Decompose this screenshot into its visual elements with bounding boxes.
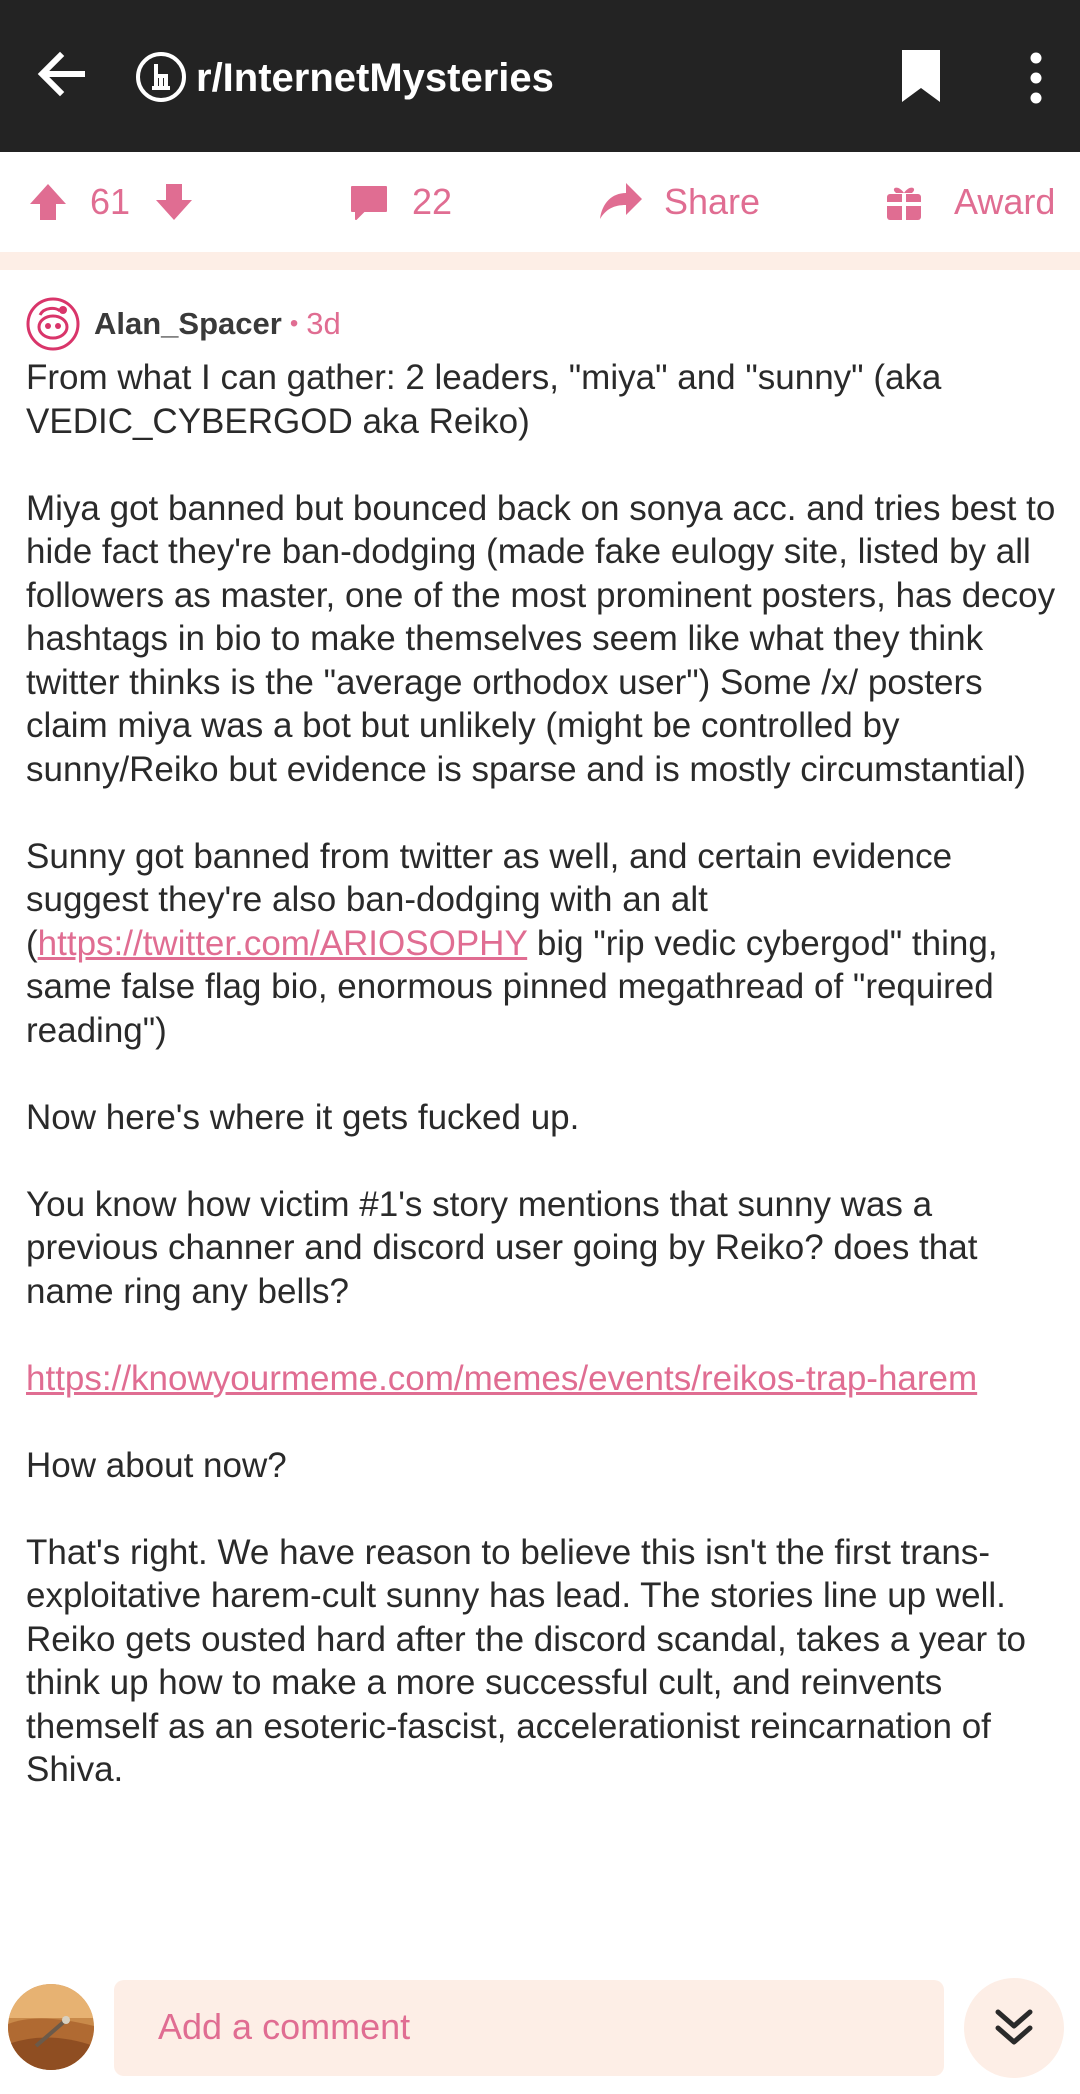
award-button[interactable]: Award — [884, 170, 1055, 234]
add-comment-input[interactable]: Add a comment — [114, 1980, 944, 2076]
subreddit-title[interactable]: r/InternetMysteries — [196, 48, 554, 108]
share-button[interactable]: Share — [598, 170, 760, 234]
knowyourmeme-link[interactable]: https://knowyourmeme.com/memes/events/re… — [26, 1359, 977, 1398]
vote-group: 61 — [26, 170, 196, 234]
vote-count: 61 — [90, 181, 131, 222]
comment-paragraph: You know how victim #1's story mentions … — [26, 1184, 978, 1311]
gift-icon — [887, 187, 921, 220]
desert-avatar-icon — [8, 1984, 94, 2070]
comment-placeholder: Add a comment — [158, 2006, 411, 2047]
next-comment-button[interactable] — [964, 1978, 1064, 2078]
top-app-bar: r/InternetMysteries — [0, 0, 1080, 152]
share-label: Share — [664, 181, 761, 222]
double-chevron-down-icon — [995, 2009, 1033, 2045]
comment-count: 22 — [412, 181, 453, 222]
comments-button[interactable]: 22 — [348, 170, 452, 234]
more-vert-icon[interactable] — [1016, 46, 1056, 110]
bookmark-icon[interactable] — [896, 46, 946, 106]
upvote-icon[interactable] — [26, 180, 70, 224]
downvote-icon[interactable] — [152, 180, 196, 224]
back-arrow-icon[interactable] — [30, 42, 94, 106]
comment-paragraph: https://knowyourmeme.com/memes/events/re… — [26, 1357, 1066, 1401]
subreddit-icon[interactable] — [134, 50, 188, 104]
comment-paragraph: How about now? — [26, 1445, 287, 1485]
comment-paragraph: That's right. We have reason to believe … — [26, 1532, 1027, 1790]
comment-meta: Alan_Spacer • 3d — [26, 294, 341, 354]
section-divider — [0, 252, 1080, 270]
current-user-avatar[interactable] — [8, 1984, 94, 2070]
share-arrow-icon — [600, 183, 642, 219]
comment-paragraph: Now here's where it gets fucked up. — [26, 1097, 580, 1137]
comment-paragraph: Sunny got banned from twitter as well, a… — [26, 835, 1066, 1053]
post-action-bar: 61 22 Share Award — [0, 152, 1080, 252]
user-avatar-icon[interactable] — [26, 297, 80, 351]
comment-composer-bar: Add a comment — [0, 1960, 1080, 2094]
comment-paragraph: From what I can gather: 2 leaders, "miya… — [26, 358, 942, 441]
comment-author[interactable]: Alan_Spacer — [94, 306, 282, 342]
award-label: Award — [954, 181, 1056, 222]
comment-thread-item: Alan_Spacer • 3d From what I can gather:… — [0, 270, 1080, 1960]
twitter-link[interactable]: https://twitter.com/ARIOSOPHY — [38, 924, 528, 963]
comment-icon — [351, 186, 387, 220]
comment-body: From what I can gather: 2 leaders, "miya… — [26, 356, 1066, 1835]
comment-paragraph: Miya got banned but bounced back on sony… — [26, 488, 1056, 789]
meta-separator: • — [289, 310, 299, 337]
comment-age: 3d — [306, 306, 341, 341]
